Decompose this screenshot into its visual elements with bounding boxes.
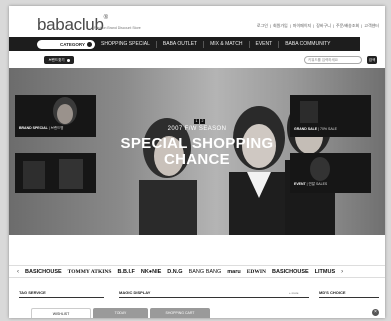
brand-finder-button[interactable]: 브랜드찾기 bbox=[44, 56, 74, 64]
hero-title-line1: SPECIAL SHOPPING bbox=[120, 135, 274, 152]
tag-service-heading: TAG SERVICE bbox=[19, 290, 46, 295]
hero-page-2[interactable]: 2 bbox=[200, 119, 205, 124]
sub-bar: 브랜드찾기 키워드를 입력하세요 검색 bbox=[9, 53, 385, 67]
close-icon[interactable]: × bbox=[372, 309, 379, 316]
logo-tagline: Fashion Brand Discount Store bbox=[94, 26, 141, 30]
hero-title-line2: CHANCE bbox=[164, 151, 230, 168]
brand-finder-icon bbox=[66, 58, 70, 62]
brand-logo[interactable]: BASICHOUSE bbox=[272, 269, 309, 275]
nav-shopping-special[interactable]: SHOPPING SPECIAL bbox=[95, 41, 156, 48]
util-link-mypage[interactable]: 마이페이지 bbox=[293, 23, 311, 29]
brand-logo[interactable]: BASICHOUSE bbox=[25, 269, 62, 275]
brand-logo[interactable]: maru bbox=[227, 269, 240, 275]
brand-logo[interactable]: D.N.G bbox=[167, 269, 182, 275]
section-headings: TAG SERVICE MAGIC DISPLAY + more MD'S CH… bbox=[9, 287, 385, 298]
util-link-login[interactable]: 로그인 bbox=[257, 23, 268, 29]
quick-tabs: WISHLIST TODAY SHOPPING CART bbox=[9, 308, 385, 318]
brand-carousel: ‹ BASICHOUSE TOMMY ATKINS B.B.I.F NK●NIE… bbox=[9, 265, 385, 278]
magic-display-divider bbox=[119, 297, 309, 298]
main-nav: CATEGORY SHOPPING SPECIAL BABA OUTLET MI… bbox=[9, 37, 360, 51]
page: babaclub® Fashion Brand Discount Store 로… bbox=[9, 6, 385, 318]
magic-display-heading: MAGIC DISPLAY bbox=[119, 290, 151, 295]
hero-season: 2007 F/W SEASON bbox=[167, 126, 227, 132]
category-dropdown-icon bbox=[87, 41, 92, 47]
brand-finder-label: 브랜드찾기 bbox=[48, 57, 65, 62]
brand-logo[interactable]: TOMMY ATKINS bbox=[68, 269, 112, 275]
util-link-orders[interactable]: 주문/배송조회 bbox=[336, 23, 359, 29]
brand-logo[interactable]: BANG BANG bbox=[189, 269, 222, 275]
nav-mix-match[interactable]: MIX & MATCH bbox=[203, 40, 248, 48]
logo[interactable]: babaclub® bbox=[37, 15, 108, 35]
mds-choice-heading: MD'S CHOICE bbox=[319, 290, 346, 295]
promo-thumb-label: EVENT | 연말 SALES bbox=[294, 182, 328, 186]
tab-shopping-cart[interactable]: SHOPPING CART bbox=[150, 308, 210, 318]
brand-prev-icon[interactable]: ‹ bbox=[17, 269, 19, 275]
header: babaclub® Fashion Brand Discount Store 로… bbox=[9, 6, 385, 36]
nav-event[interactable]: EVENT bbox=[248, 40, 279, 48]
hero-banner[interactable]: BRAND SPECIAL | 브랜드명 GRAND SALE | 70% SA… bbox=[9, 68, 385, 235]
brand-logo[interactable]: B.B.I.F bbox=[117, 269, 134, 275]
util-link-support[interactable]: 고객센터 bbox=[364, 23, 379, 29]
brand-logo[interactable]: NK●NIE bbox=[141, 269, 161, 275]
utility-links: 로그인 | 회원가입 | 마이페이지 | 장바구니 | 주문/배송조회 | 고객센터 bbox=[256, 23, 379, 29]
hero-page-1[interactable]: 1 bbox=[194, 119, 199, 124]
mds-choice-divider bbox=[319, 297, 379, 298]
util-link-join[interactable]: 회원가입 bbox=[273, 23, 288, 29]
category-button[interactable]: CATEGORY bbox=[37, 39, 95, 49]
tab-today[interactable]: TODAY bbox=[93, 308, 148, 318]
category-label: CATEGORY bbox=[59, 41, 85, 47]
brand-logo[interactable]: EDWIN bbox=[247, 269, 266, 275]
tab-wishlist[interactable]: WISHLIST bbox=[31, 308, 91, 318]
brand-logo[interactable]: LITMUS bbox=[315, 269, 335, 275]
hero-pager: 1 2 bbox=[194, 119, 205, 124]
search-input[interactable]: 키워드를 입력하세요 bbox=[304, 56, 362, 64]
brand-next-icon[interactable]: › bbox=[341, 269, 343, 275]
tag-service-divider bbox=[19, 297, 104, 298]
nav-baba-outlet[interactable]: BABA OUTLET bbox=[155, 40, 203, 48]
nav-baba-community[interactable]: BABA COMMUNITY bbox=[278, 40, 336, 48]
util-link-cart[interactable]: 장바구니 bbox=[316, 23, 331, 29]
magic-display-more-link[interactable]: + more bbox=[289, 291, 298, 295]
search-button[interactable]: 검색 bbox=[367, 56, 377, 64]
